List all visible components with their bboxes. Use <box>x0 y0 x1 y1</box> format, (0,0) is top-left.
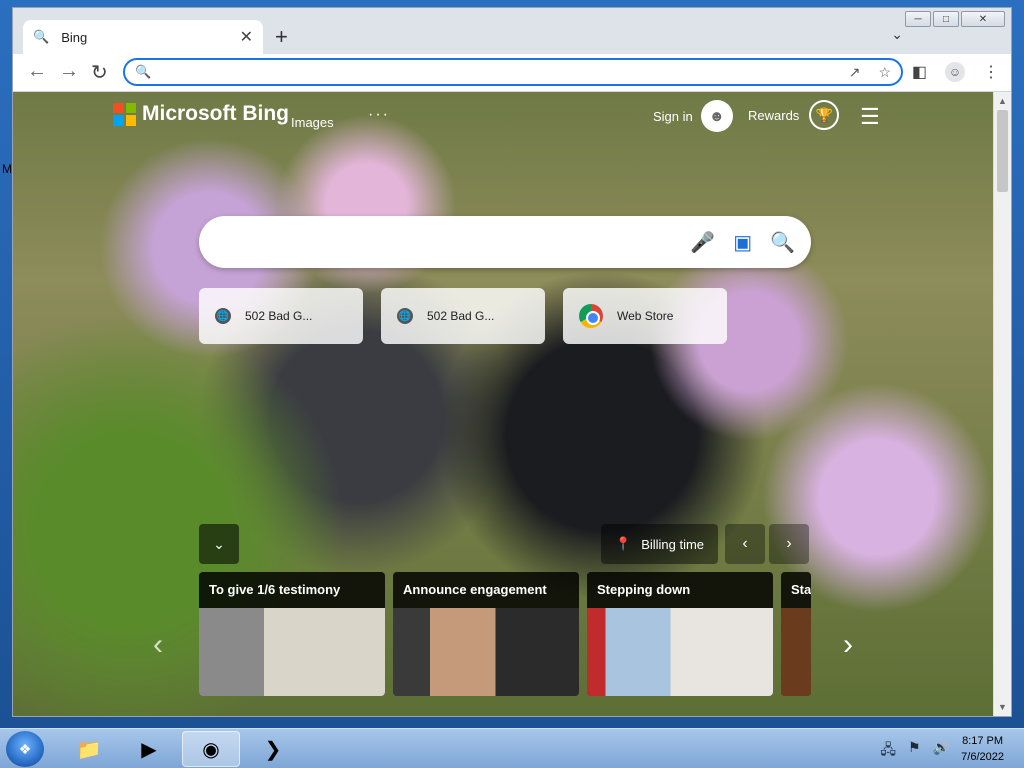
news-card[interactable]: Announce engagement <box>393 572 579 696</box>
brand-text: Microsoft Bing <box>142 102 289 125</box>
close-window-button[interactable]: ✕ <box>961 11 1005 27</box>
share-icon[interactable]: ↗ <box>849 64 861 81</box>
tab-bing[interactable]: 🔍 Bing ✕ <box>23 20 263 54</box>
profile-avatar-icon[interactable]: ☺ <box>945 62 965 82</box>
network-icon[interactable]: 🖧 <box>880 739 896 763</box>
bing-homepage: Microsoft Bing Images ··· Sign in ☻ Rewa… <box>13 92 995 716</box>
expand-chevron-button[interactable]: ⌄ <box>199 524 239 564</box>
back-arrow-icon[interactable]: ← <box>27 60 47 83</box>
quick-links: 🌐 502 Bad G... 🌐 502 Bad G... Web Store <box>199 288 727 344</box>
microphone-icon[interactable]: 🎤 <box>690 230 715 255</box>
news-image <box>781 608 811 696</box>
next-image-button[interactable]: › <box>769 524 809 564</box>
news-caption: Stepping down <box>587 572 773 608</box>
news-card[interactable]: To give 1/6 testimony <box>199 572 385 696</box>
location-pin-icon: 📍 <box>615 536 632 551</box>
search-icon: 🔍 <box>33 29 50 44</box>
news-image <box>393 608 579 696</box>
reload-icon[interactable]: ↻ <box>91 60 108 85</box>
clock[interactable]: 8:17 PM 7/6/2022 <box>961 733 1004 765</box>
minimize-button[interactable]: ─ <box>905 11 931 27</box>
quick-link-tile[interactable]: Web Store <box>563 288 727 344</box>
scroll-thumb[interactable] <box>997 110 1008 192</box>
tab-search-chevron-icon[interactable]: ⌄ <box>891 26 903 43</box>
quick-link-tile[interactable]: 🌐 502 Bad G... <box>199 288 363 344</box>
clock-date: 7/6/2022 <box>961 751 1004 763</box>
previous-image-button[interactable]: ‹ <box>725 524 765 564</box>
globe-icon: 🌐 <box>397 308 413 324</box>
news-prev-icon[interactable]: ‹ <box>153 628 163 662</box>
bing-search-input[interactable] <box>215 233 691 251</box>
scroll-up-icon[interactable]: ▲ <box>998 96 1007 106</box>
window-controls: ─ □ ✕ <box>905 11 1005 27</box>
file-explorer-icon[interactable]: 📁 <box>60 731 118 767</box>
forward-arrow-icon[interactable]: → <box>59 60 79 83</box>
sign-in-label: Sign in <box>653 108 693 124</box>
location-label: Billing time <box>641 536 705 552</box>
scroll-down-icon[interactable]: ▼ <box>998 702 1007 712</box>
menu-kebab-icon[interactable]: ⋮ <box>983 62 999 82</box>
news-image <box>199 608 385 696</box>
address-bar[interactable]: 🔍 ↗ ☆ <box>123 58 903 86</box>
quick-link-tile[interactable]: 🌐 502 Bad G... <box>381 288 545 344</box>
nav-more-icon[interactable]: ··· <box>368 106 390 124</box>
news-card[interactable]: Stepping down <box>587 572 773 696</box>
bing-search-box[interactable]: 🎤 ▣ 🔍 <box>199 216 811 268</box>
search-icon[interactable]: 🔍 <box>770 230 795 255</box>
start-button[interactable]: ❖ <box>6 731 44 767</box>
person-icon: ☻ <box>700 100 733 132</box>
news-carousel: To give 1/6 testimony Announce engagemen… <box>199 572 811 696</box>
search-icon: 🔍 <box>135 64 152 79</box>
nav-images-link[interactable]: Images <box>291 115 334 130</box>
browser-window: 🔍 Bing ✕ + ⌄ ─ □ ✕ ← → ↻ 🔍 ↗ ☆ ◧ ☺ ⋮ Mic… <box>12 7 1012 717</box>
new-tab-button[interactable]: + <box>275 24 288 50</box>
media-player-icon[interactable]: ▶ <box>120 731 178 767</box>
news-next-icon[interactable]: › <box>843 628 853 662</box>
system-tray: 🖧 ⚑ 🔊 <box>880 739 950 763</box>
powershell-icon[interactable]: ❯ <box>244 731 302 767</box>
close-tab-icon[interactable]: ✕ <box>240 27 253 47</box>
bing-logo[interactable]: Microsoft Bing <box>113 102 289 126</box>
maximize-button[interactable]: □ <box>933 11 959 27</box>
address-input[interactable] <box>159 64 849 80</box>
rewards-button[interactable]: Rewards 🏆 <box>748 100 840 130</box>
tab-strip: 🔍 Bing ✕ + ⌄ ─ □ ✕ <box>13 8 1011 54</box>
news-image <box>587 608 773 696</box>
news-caption: To give 1/6 testimony <box>199 572 385 608</box>
rewards-label: Rewards <box>748 107 800 123</box>
tile-label: 502 Bad G... <box>245 309 313 323</box>
news-caption: Star <box>781 572 811 608</box>
image-location-button[interactable]: 📍 Billing time <box>601 524 719 564</box>
clock-time: 8:17 PM <box>962 735 1004 747</box>
visual-search-icon[interactable]: ▣ <box>733 230 752 255</box>
side-panel-icon[interactable]: ◧ <box>912 62 927 82</box>
news-card[interactable]: Star <box>781 572 811 696</box>
globe-icon: 🌐 <box>215 308 231 324</box>
chrome-taskbar-icon[interactable]: ◉ <box>182 731 240 767</box>
bookmark-star-icon[interactable]: ☆ <box>878 64 891 81</box>
chrome-icon <box>579 304 603 328</box>
desktop-edge-glyph: M <box>2 162 12 176</box>
tile-label: Web Store <box>617 309 674 323</box>
browser-toolbar: ← → ↻ 🔍 ↗ ☆ ◧ ☺ ⋮ <box>13 54 1011 92</box>
sign-in-button[interactable]: Sign in ☻ <box>653 100 733 132</box>
trophy-icon: 🏆 <box>809 100 840 130</box>
volume-icon[interactable]: 🔊 <box>933 739 950 763</box>
news-caption: Announce engagement <box>393 572 579 608</box>
microsoft-logo-icon <box>113 102 136 126</box>
tile-label: 502 Bad G... <box>427 309 495 323</box>
taskbar: ❖ 📁 ▶ ◉ ❯ 🖧 ⚑ 🔊 8:17 PM 7/6/2022 <box>0 728 1024 768</box>
page-scrollbar[interactable]: ▲ ▼ <box>993 92 1011 716</box>
tab-title: Bing <box>61 29 88 45</box>
action-center-flag-icon[interactable]: ⚑ <box>908 739 921 763</box>
hamburger-menu-icon[interactable]: ☰ <box>860 104 880 130</box>
